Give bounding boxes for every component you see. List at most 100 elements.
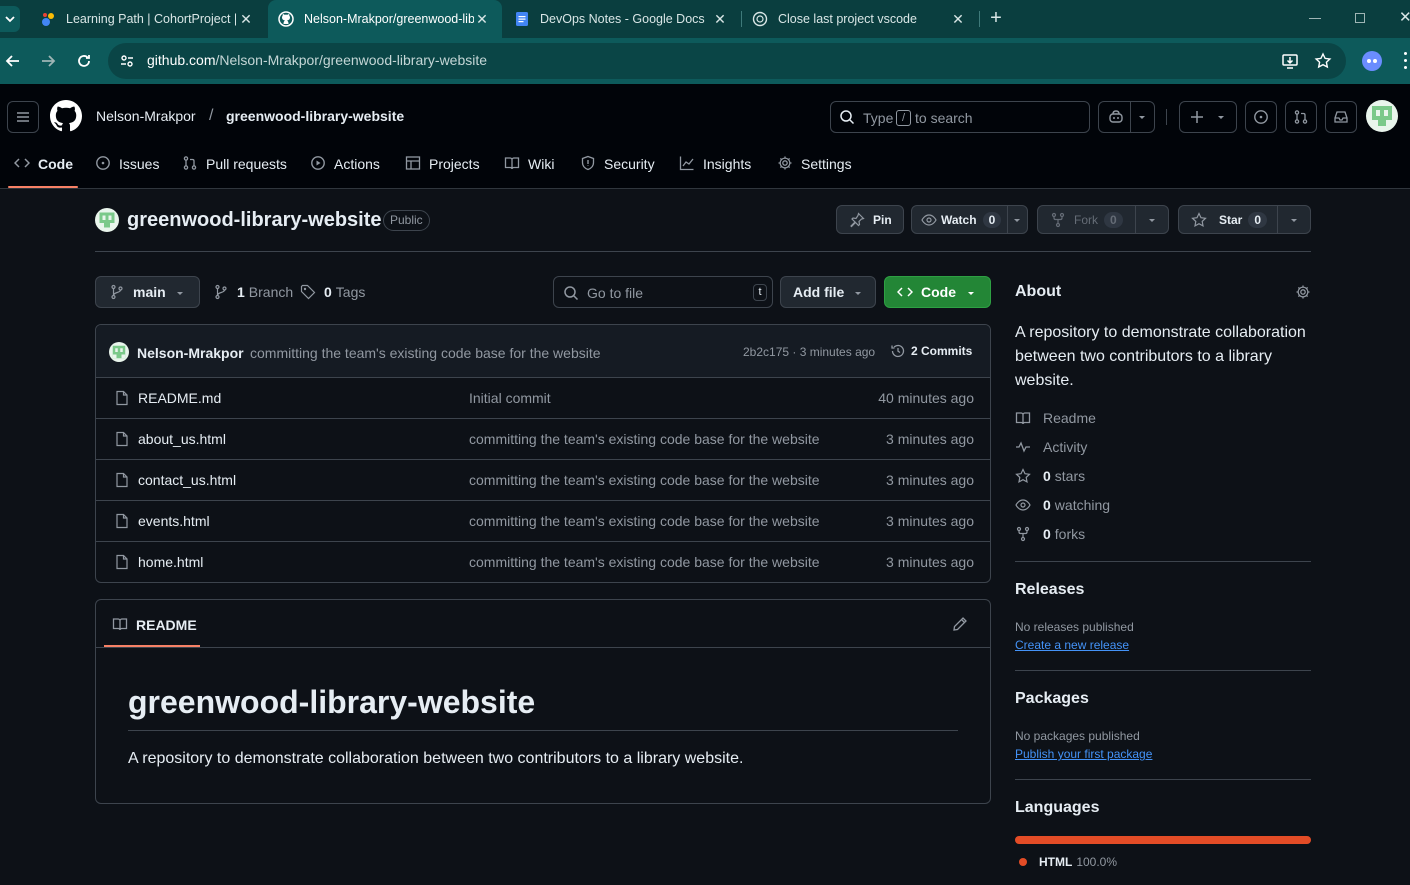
- tab-projects[interactable]: Projects: [405, 152, 480, 188]
- address-bar[interactable]: github.com/Nelson-Mrakpor/greenwood-libr…: [108, 43, 1346, 79]
- browser-tab[interactable]: Learning Path | CohortProject | ✕: [30, 0, 266, 38]
- tab-actions[interactable]: Actions: [310, 152, 380, 188]
- pencil-icon[interactable]: [952, 616, 968, 632]
- close-icon[interactable]: ✕: [238, 11, 254, 27]
- star-button[interactable]: Star 0: [1178, 205, 1311, 234]
- back-arrow-icon[interactable]: [4, 52, 22, 70]
- bookmark-star-icon[interactable]: [1314, 52, 1332, 70]
- code-button[interactable]: Code: [884, 276, 991, 308]
- file-commit-message[interactable]: committing the team's existing code base…: [469, 472, 820, 488]
- close-icon[interactable]: ✕: [950, 11, 966, 27]
- releases-heading[interactable]: Releases: [1015, 581, 1084, 599]
- tab-security[interactable]: Security: [580, 152, 655, 188]
- gear-icon[interactable]: [1295, 284, 1311, 300]
- file-name[interactable]: events.html: [138, 513, 210, 529]
- pin-button[interactable]: Pin: [836, 205, 904, 234]
- menu-button[interactable]: [7, 101, 39, 133]
- play-icon: [311, 156, 325, 170]
- about-forks[interactable]: 0 forks: [1015, 526, 1085, 542]
- file-name[interactable]: README.md: [138, 390, 221, 406]
- tab-insights[interactable]: Insights: [679, 152, 751, 188]
- file-row[interactable]: about_us.html committing the team's exis…: [96, 418, 990, 459]
- file-commit-message[interactable]: Initial commit: [469, 390, 551, 406]
- repo-title[interactable]: greenwood-library-website: [127, 209, 382, 232]
- book-icon: [112, 618, 128, 631]
- file-row[interactable]: README.md Initial commit 40 minutes ago: [96, 377, 990, 418]
- user-avatar[interactable]: [1366, 100, 1398, 132]
- tab-settings[interactable]: Settings: [777, 152, 852, 188]
- file-name[interactable]: contact_us.html: [138, 472, 236, 488]
- file-row[interactable]: events.html committing the team's existi…: [96, 500, 990, 541]
- tab-search-button[interactable]: [0, 6, 20, 32]
- tab-label: Pull requests: [206, 156, 287, 172]
- file-commit-message[interactable]: committing the team's existing code base…: [469, 554, 820, 570]
- tab-wiki[interactable]: Wiki: [504, 152, 554, 188]
- minimize-button[interactable]: [1309, 18, 1321, 19]
- go-to-file-input[interactable]: Go to file t: [553, 276, 773, 308]
- site-info-icon[interactable]: [119, 53, 135, 69]
- add-file-button[interactable]: Add file: [780, 276, 876, 308]
- tab-issues[interactable]: Issues: [95, 152, 159, 188]
- tags-link[interactable]: 0 Tags: [300, 284, 365, 300]
- file-name[interactable]: home.html: [138, 554, 203, 570]
- create-new-button[interactable]: [1179, 101, 1237, 133]
- file-name[interactable]: about_us.html: [138, 431, 226, 447]
- caret-down-icon[interactable]: [1010, 213, 1024, 227]
- file-row[interactable]: home.html committing the team's existing…: [96, 541, 990, 582]
- branch-selector[interactable]: main: [95, 276, 200, 308]
- language-item-html[interactable]: HTML 100.0%: [1019, 855, 1117, 869]
- about-readme[interactable]: Readme: [1015, 410, 1096, 426]
- commits-link[interactable]: 2 Commits: [890, 343, 972, 359]
- browser-tab[interactable]: Close last project vscode ✕: [742, 0, 978, 38]
- fork-button[interactable]: Fork 0: [1037, 205, 1169, 234]
- repo-owner-avatar[interactable]: [95, 208, 119, 232]
- restore-button[interactable]: [1355, 13, 1365, 23]
- readme-heading-rule: [128, 730, 958, 731]
- global-search-input[interactable]: Type / to search: [830, 101, 1090, 133]
- inbox-button[interactable]: [1325, 101, 1357, 133]
- breadcrumb-repo[interactable]: greenwood-library-website: [226, 108, 404, 124]
- file-commit-message[interactable]: committing the team's existing code base…: [469, 431, 820, 447]
- packages-heading[interactable]: Packages: [1015, 690, 1089, 708]
- github-logo-icon[interactable]: [50, 100, 82, 132]
- search-icon: [840, 110, 855, 125]
- forward-arrow-icon[interactable]: [39, 52, 57, 70]
- fork-label: Fork: [1074, 212, 1098, 227]
- publish-package-link[interactable]: Publish your first package: [1015, 747, 1152, 761]
- releases-note: No releases published: [1015, 620, 1134, 634]
- branch-icon: [215, 284, 227, 300]
- about-watching[interactable]: 0 watching: [1015, 497, 1110, 513]
- branches-link[interactable]: 1 Branch: [213, 284, 293, 300]
- about-activity[interactable]: Activity: [1015, 439, 1087, 455]
- caret-down-icon[interactable]: [1145, 213, 1159, 227]
- commit-sha-time[interactable]: 2b2c175 · 3 minutes ago: [743, 345, 875, 359]
- file-commit-message[interactable]: committing the team's existing code base…: [469, 513, 820, 529]
- new-tab-button[interactable]: +: [986, 8, 1006, 29]
- commit-author-avatar[interactable]: [109, 342, 129, 362]
- watch-button[interactable]: Watch 0: [911, 205, 1028, 234]
- close-icon[interactable]: ✕: [474, 11, 490, 27]
- browser-menu-icon[interactable]: [1404, 52, 1407, 70]
- readme-tab[interactable]: README: [104, 600, 200, 648]
- issues-button[interactable]: [1245, 101, 1277, 133]
- tab-code[interactable]: Code: [8, 152, 78, 188]
- about-stars[interactable]: 0 stars: [1015, 468, 1085, 484]
- copilot-button[interactable]: [1098, 101, 1155, 133]
- caret-down-icon[interactable]: [1287, 213, 1301, 227]
- pin-icon: [850, 211, 865, 227]
- tab-pull-requests[interactable]: Pull requests: [182, 152, 287, 188]
- close-window-button[interactable]: ✕: [1399, 8, 1410, 26]
- browser-tab-active[interactable]: Nelson-Mrakpor/greenwood-lib ✕: [268, 0, 502, 38]
- pull-requests-button[interactable]: [1285, 101, 1317, 133]
- browser-tab[interactable]: DevOps Notes - Google Docs ✕: [504, 0, 740, 38]
- commit-message[interactable]: committing the team's existing code base…: [250, 345, 601, 361]
- breadcrumb-owner[interactable]: Nelson-Mrakpor: [96, 108, 196, 124]
- install-app-icon[interactable]: [1281, 52, 1299, 70]
- file-row[interactable]: contact_us.html committing the team's ex…: [96, 459, 990, 500]
- file-commit-time: 3 minutes ago: [886, 472, 974, 488]
- profile-avatar[interactable]: [1362, 51, 1382, 71]
- close-icon[interactable]: ✕: [712, 11, 728, 27]
- reload-icon[interactable]: [75, 52, 93, 70]
- create-release-link[interactable]: Create a new release: [1015, 638, 1129, 652]
- commit-author[interactable]: Nelson-Mrakpor: [137, 345, 244, 361]
